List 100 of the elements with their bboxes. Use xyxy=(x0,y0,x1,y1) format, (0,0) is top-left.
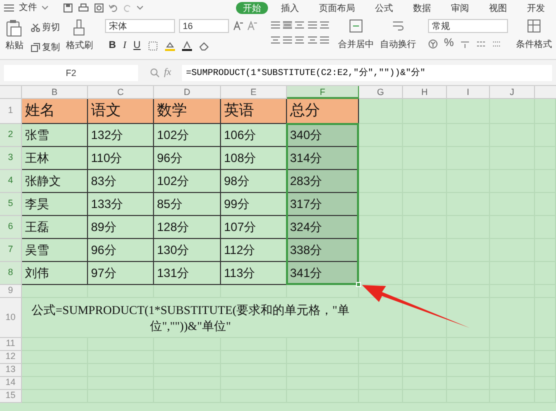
column-header[interactable]: H xyxy=(403,86,447,99)
row-header[interactable]: 3 xyxy=(0,147,22,170)
ribbon-tab[interactable]: 开始 xyxy=(236,2,268,14)
undo-icon[interactable] xyxy=(109,3,118,12)
empty-cell xyxy=(88,285,154,298)
table-cell: 96分 xyxy=(88,239,154,262)
column-header[interactable]: I xyxy=(447,86,490,99)
align-icon[interactable] xyxy=(270,36,280,44)
row-header[interactable]: 2 xyxy=(0,124,22,147)
fill-color-icon[interactable] xyxy=(164,40,175,50)
grow-font-icon[interactable] xyxy=(232,21,243,31)
table-cell: 张雪 xyxy=(22,124,88,147)
wrap-text-button[interactable]: 自动换行 xyxy=(380,38,416,52)
copy-button[interactable]: 复制 xyxy=(42,40,60,54)
row-header[interactable]: 12 xyxy=(0,351,22,364)
paste-button[interactable]: 粘贴 xyxy=(5,39,24,52)
row-header[interactable]: 1 xyxy=(0,99,22,124)
table-cell: 128分 xyxy=(154,216,221,239)
column-header[interactable]: B xyxy=(22,86,88,99)
align-icon[interactable] xyxy=(308,36,317,44)
conditional-format-icon[interactable] xyxy=(527,19,541,33)
align-icon[interactable] xyxy=(295,36,304,44)
format-painter-button[interactable]: 格式刷 xyxy=(66,39,93,52)
column-header[interactable]: E xyxy=(221,86,287,99)
zoom-icon[interactable] xyxy=(150,68,160,78)
formula-field[interactable]: =SUMPRODUCT(1*SUBSTITUTE(C2:E2,"分",""))&"分" xyxy=(182,64,552,80)
merge-icon[interactable] xyxy=(349,19,363,33)
align-icon[interactable] xyxy=(308,21,317,29)
menu-icon[interactable] xyxy=(4,4,14,12)
table-cell: 131分 xyxy=(154,262,221,285)
align-icon[interactable] xyxy=(295,21,304,29)
row-header[interactable]: 13 xyxy=(0,364,22,377)
cell-reference-field[interactable]: F2 xyxy=(4,64,138,80)
ribbon-tab[interactable]: 插入 xyxy=(274,2,306,14)
ribbon-tab[interactable]: 视图 xyxy=(482,2,514,14)
border-icon[interactable] xyxy=(148,40,158,50)
row-header[interactable]: 9 xyxy=(0,285,22,298)
number-format-field[interactable]: 常规 xyxy=(428,19,508,33)
ribbon-tab[interactable]: 公式 xyxy=(368,2,400,14)
empty-cell xyxy=(447,99,490,124)
fill-handle[interactable] xyxy=(356,282,361,287)
align-icon[interactable] xyxy=(270,21,280,29)
table-cell: 99分 xyxy=(221,193,287,216)
table-cell: 338分 xyxy=(287,239,359,262)
table-cell: 110分 xyxy=(88,147,154,170)
currency-icon[interactable] xyxy=(428,38,438,48)
conditional-format-button[interactable]: 条件格式 xyxy=(516,38,552,52)
ribbon-tab[interactable]: 审阅 xyxy=(444,2,476,14)
table-cell: 83分 xyxy=(88,170,154,193)
align-icon[interactable] xyxy=(283,21,292,29)
row-header[interactable]: 5 xyxy=(0,193,22,216)
wrap-icon[interactable] xyxy=(391,19,405,33)
function-button[interactable]: fx xyxy=(164,65,178,80)
italic-button[interactable]: I xyxy=(123,38,126,53)
font-color-icon[interactable] xyxy=(182,40,192,50)
percent-button[interactable]: % xyxy=(444,38,454,49)
file-menu[interactable]: 文件 xyxy=(19,0,37,14)
eraser-icon[interactable] xyxy=(198,40,209,50)
save-icon[interactable] xyxy=(63,2,73,12)
align-icon[interactable] xyxy=(320,21,329,29)
align-icon[interactable] xyxy=(320,36,329,44)
brush-icon[interactable] xyxy=(72,19,86,37)
row-header[interactable]: 14 xyxy=(0,377,22,390)
table-cell: 王磊 xyxy=(22,216,88,239)
row-header[interactable]: 10 xyxy=(0,298,22,338)
column-header[interactable]: D xyxy=(154,86,221,99)
row-header[interactable]: 4 xyxy=(0,170,22,193)
ribbon-tab[interactable]: 开发 xyxy=(520,2,552,14)
row-header[interactable]: 11 xyxy=(0,338,22,351)
header-cell: 数学 xyxy=(154,99,221,124)
paste-icon[interactable] xyxy=(6,19,22,37)
font-size-field[interactable]: 16 xyxy=(178,19,229,33)
caret-icon[interactable] xyxy=(42,6,48,10)
font-name-field[interactable]: 宋体 xyxy=(104,19,175,33)
column-header[interactable]: F xyxy=(287,86,359,99)
merge-center-button[interactable]: 合并居中 xyxy=(338,38,374,52)
align-icon[interactable] xyxy=(283,36,292,44)
ribbon-tab[interactable]: 数据 xyxy=(406,2,438,14)
scissors-icon[interactable] xyxy=(30,23,40,32)
table-cell: 98分 xyxy=(221,170,287,193)
table-cell: 324分 xyxy=(287,216,359,239)
preview-icon[interactable] xyxy=(94,2,104,12)
column-header[interactable]: C xyxy=(88,86,154,99)
underline-button[interactable]: U xyxy=(133,38,141,53)
row-header[interactable]: 8 xyxy=(0,262,22,285)
column-header[interactable]: J xyxy=(490,86,535,99)
shrink-font-icon[interactable] xyxy=(246,21,257,31)
caret-icon[interactable] xyxy=(137,6,143,10)
empty-cell xyxy=(403,99,447,124)
copy-icon[interactable] xyxy=(30,42,40,52)
column-header[interactable]: G xyxy=(359,86,403,99)
table-cell: 102分 xyxy=(154,170,221,193)
row-header[interactable]: 15 xyxy=(0,390,22,403)
row-header[interactable]: 7 xyxy=(0,239,22,262)
print-icon[interactable] xyxy=(78,2,89,12)
header-cell: 语文 xyxy=(88,99,154,124)
cut-button[interactable]: 剪切 xyxy=(42,21,60,34)
row-header[interactable]: 6 xyxy=(0,216,22,239)
bold-button[interactable]: B xyxy=(108,38,116,53)
ribbon-tab[interactable]: 页面布局 xyxy=(312,2,362,14)
